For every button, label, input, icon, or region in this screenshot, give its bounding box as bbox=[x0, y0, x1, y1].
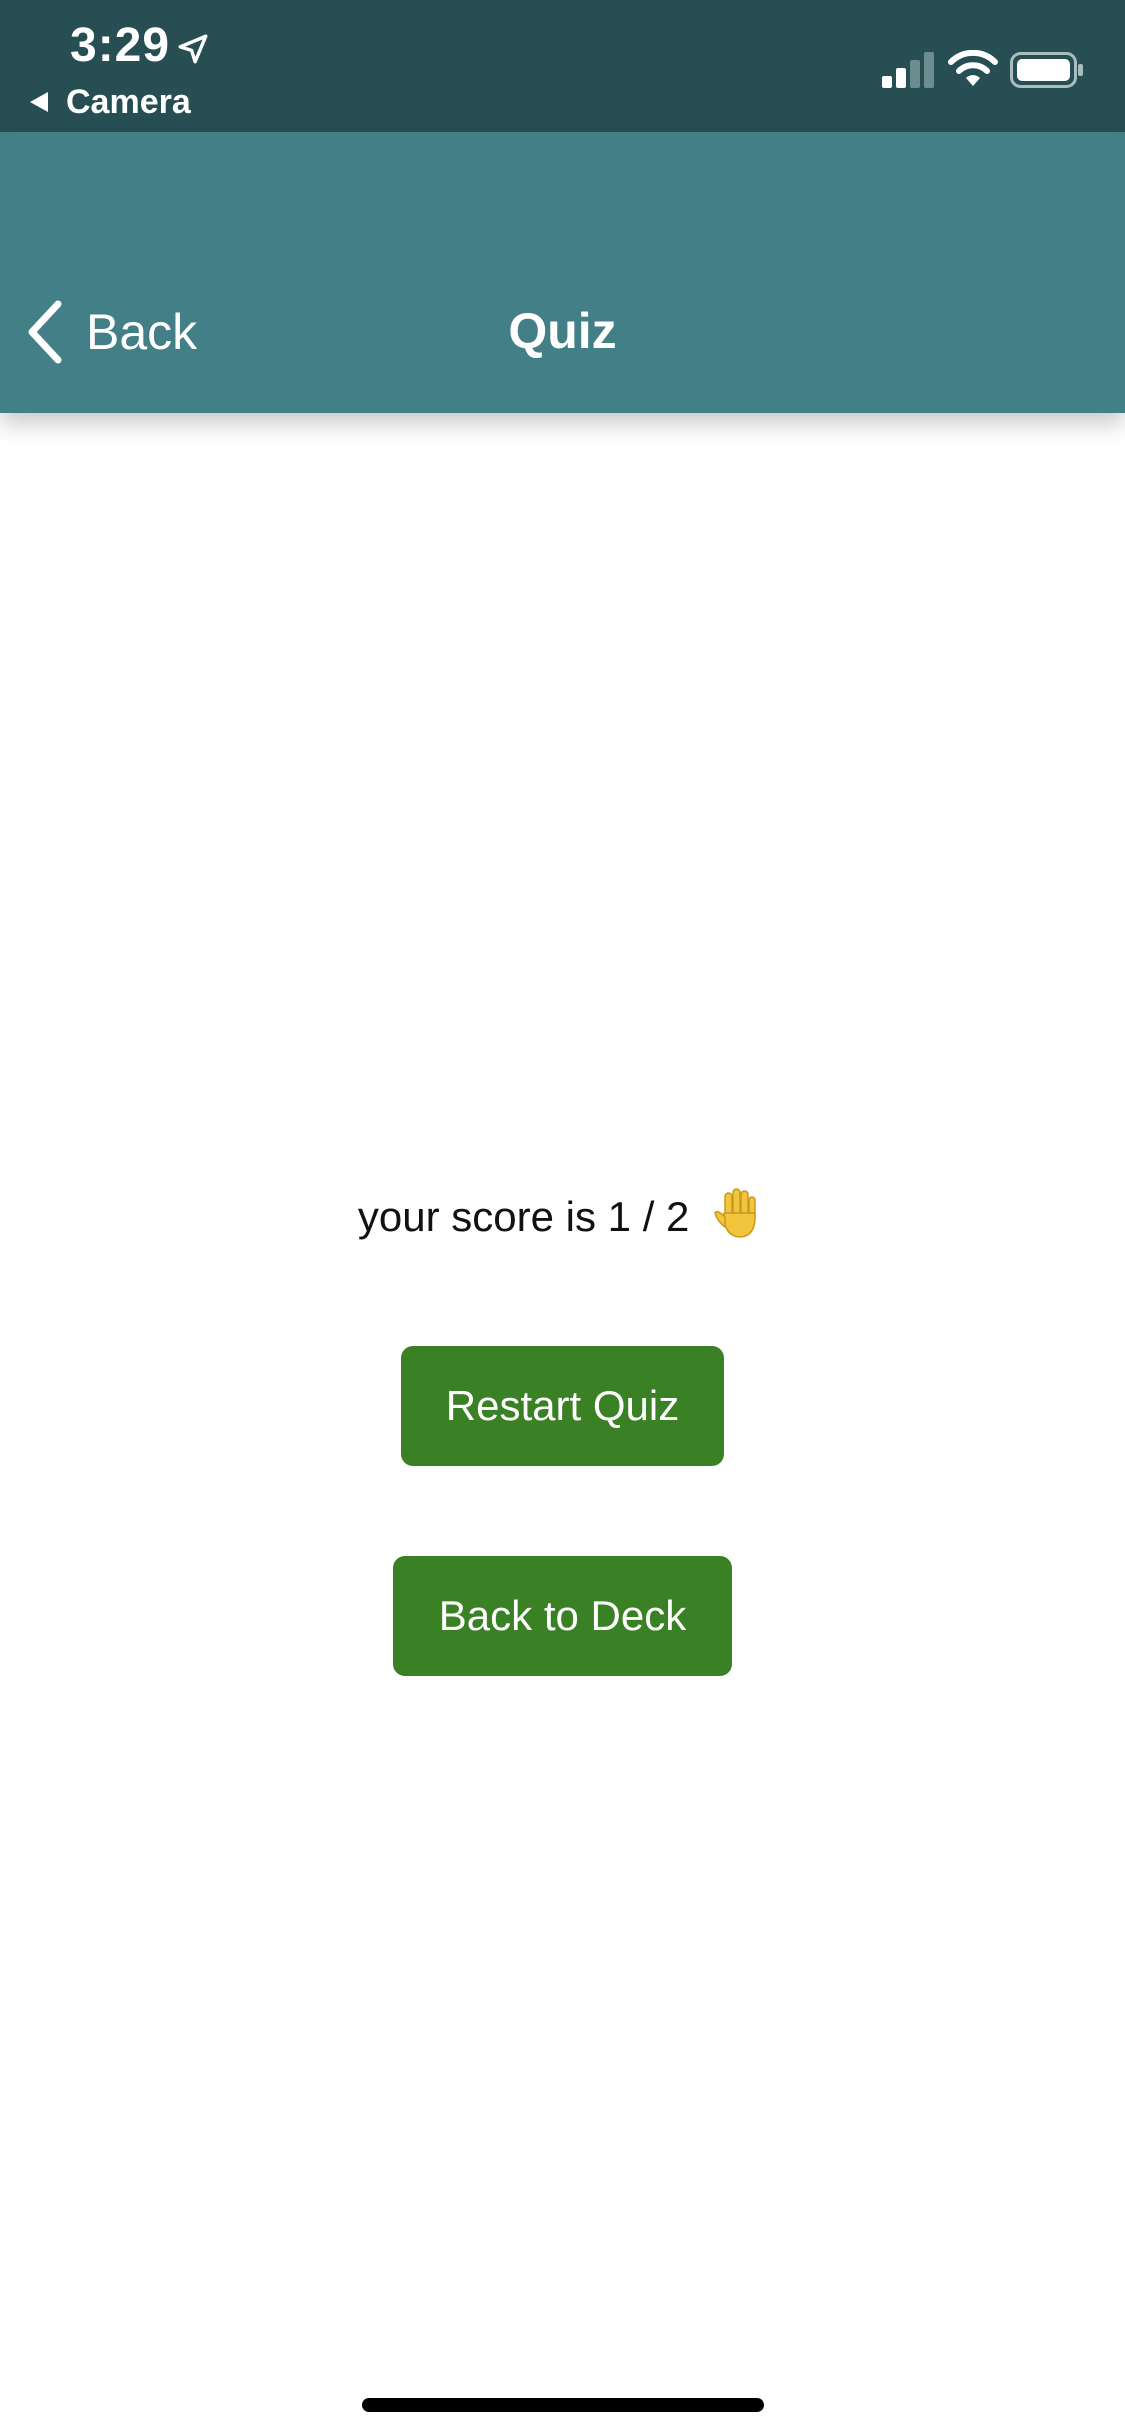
back-to-deck-label: Back to Deck bbox=[438, 1592, 687, 1639]
page-title: Quiz bbox=[508, 303, 617, 359]
battery-icon bbox=[1010, 52, 1083, 88]
raised-hand-icon bbox=[714, 1188, 756, 1238]
navigation-header: Back Quiz bbox=[0, 132, 1125, 413]
restart-quiz-label: Restart Quiz bbox=[445, 1382, 680, 1429]
status-time: 3:29 bbox=[70, 19, 171, 72]
score-message: your score is 1 / 2 bbox=[0, 1185, 1125, 1241]
home-indicator[interactable] bbox=[362, 2398, 764, 2412]
restart-quiz-button[interactable]: Restart Quiz bbox=[401, 1346, 724, 1466]
back-to-deck-button[interactable]: Back to Deck bbox=[393, 1556, 732, 1676]
status-bar: 3:29 Camera bbox=[0, 0, 1125, 132]
wifi-icon bbox=[948, 50, 998, 86]
signal-icon bbox=[882, 52, 934, 88]
score-text: your score is 1 / 2 bbox=[357, 1193, 690, 1240]
location-arrow-icon bbox=[178, 34, 208, 64]
back-app-arrow-icon bbox=[30, 92, 48, 112]
back-app-label: Camera bbox=[66, 82, 191, 121]
back-to-app-link[interactable]: Camera bbox=[30, 82, 191, 122]
